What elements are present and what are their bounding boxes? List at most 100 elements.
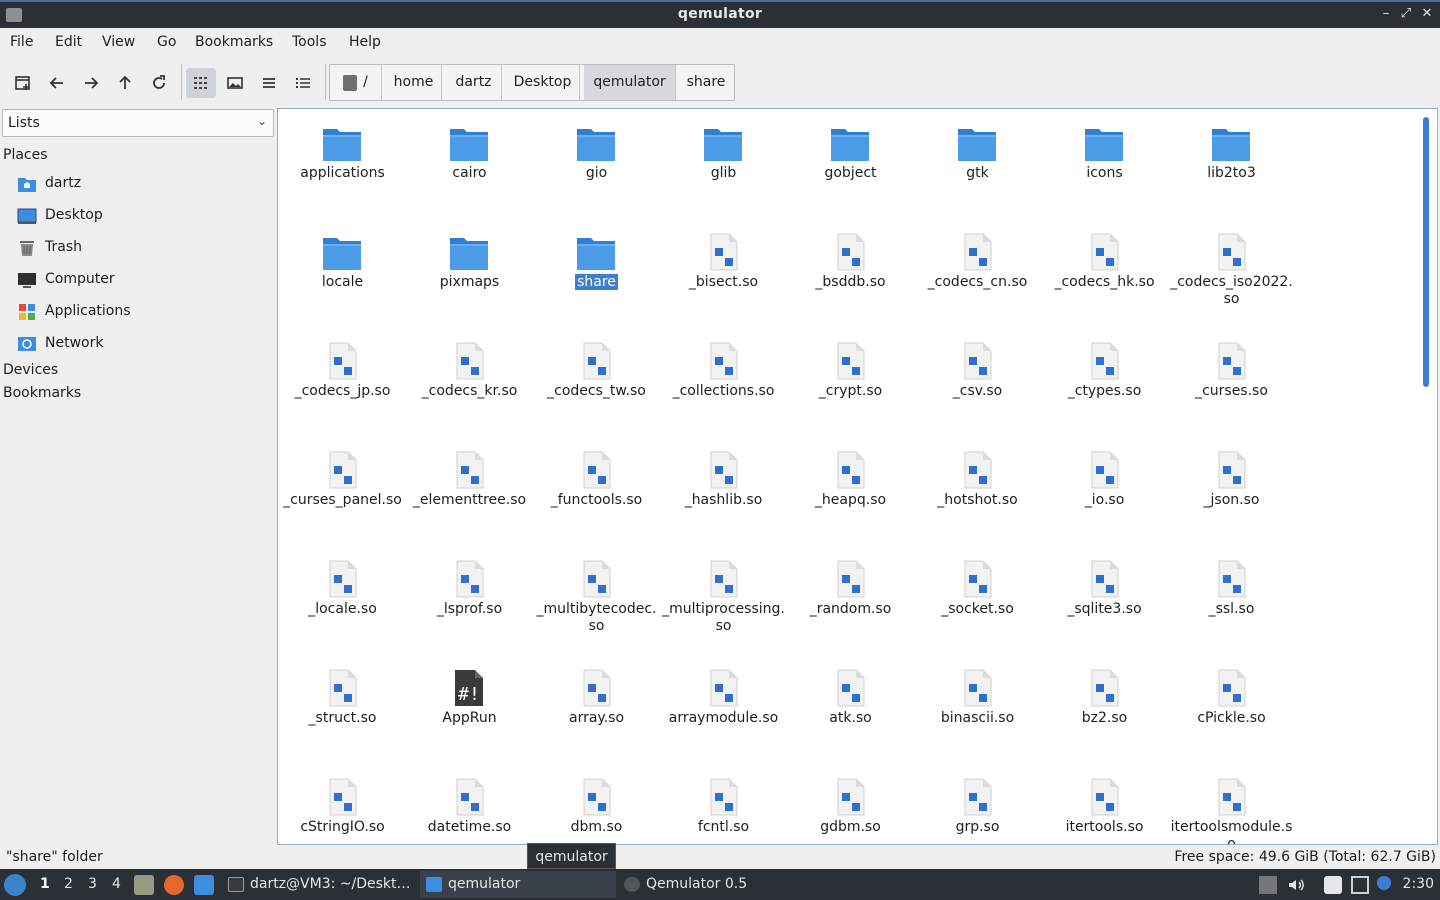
file-item[interactable]: _codecs_cn.so <box>914 222 1041 331</box>
sidebar-item-network[interactable]: Network <box>17 332 267 356</box>
tray-notification-icon[interactable] <box>1259 876 1277 894</box>
sidebar-item-dartz[interactable]: dartz <box>17 172 267 196</box>
file-item[interactable]: _io.so <box>1041 440 1168 549</box>
back-icon[interactable] <box>42 68 72 98</box>
network-status-icon[interactable] <box>1351 876 1369 894</box>
file-item[interactable]: binascii.so <box>914 658 1041 767</box>
file-item[interactable]: pixmaps <box>406 222 533 331</box>
sidebar-item-computer[interactable]: Computer <box>17 268 267 292</box>
devices-header[interactable]: Devices <box>3 362 58 378</box>
workspace-1[interactable]: 1 <box>40 876 50 892</box>
file-item[interactable]: _json.so <box>1168 440 1295 549</box>
file-item[interactable]: _multibytecodec.so <box>533 549 660 658</box>
file-item[interactable]: _ctypes.so <box>1041 331 1168 440</box>
breadcrumb-desktop[interactable]: Desktop <box>506 65 580 100</box>
maximize-icon[interactable]: ⤢ <box>1397 5 1415 23</box>
file-item[interactable]: _locale.so <box>279 549 406 658</box>
file-item[interactable]: _codecs_jp.so <box>279 331 406 440</box>
minimize-icon[interactable]: – <box>1377 5 1395 23</box>
file-item[interactable]: _hashlib.so <box>660 440 787 549</box>
new-tab-icon[interactable] <box>8 68 38 98</box>
file-item[interactable]: applications <box>279 113 406 222</box>
file-item[interactable]: _functools.so <box>533 440 660 549</box>
menu-tools[interactable]: Tools <box>292 34 327 50</box>
task-qemulator-app[interactable]: Qemulator 0.5 <box>618 871 814 898</box>
file-item[interactable]: _random.so <box>787 549 914 658</box>
sidebar-item-desktop[interactable]: Desktop <box>17 204 267 228</box>
workspace-4[interactable]: 4 <box>112 876 121 892</box>
file-item[interactable]: locale <box>279 222 406 331</box>
menu-bookmarks[interactable]: Bookmarks <box>195 34 273 50</box>
file-item[interactable]: #! AppRun <box>406 658 533 767</box>
file-item[interactable]: cairo <box>406 113 533 222</box>
file-item[interactable]: _codecs_hk.so <box>1041 222 1168 331</box>
file-item[interactable]: gtk <box>914 113 1041 222</box>
file-item[interactable]: _codecs_tw.so <box>533 331 660 440</box>
file-item[interactable]: datetime.so <box>406 767 533 844</box>
bookmarks-header[interactable]: Bookmarks <box>3 385 81 401</box>
places-header[interactable]: Places <box>3 147 48 163</box>
file-view[interactable]: applications cairo gio glib gobject gtk icons l… <box>277 108 1438 845</box>
task-terminal[interactable]: dartz@VM3: ~/Deskt… <box>222 871 418 898</box>
thumbnail-view-icon[interactable] <box>220 68 250 98</box>
vertical-scrollbar[interactable] <box>1423 117 1429 387</box>
sidebar-item-applications[interactable]: Applications <box>17 300 267 324</box>
file-item[interactable]: _codecs_iso2022.so <box>1168 222 1295 331</box>
file-item[interactable]: gobject <box>787 113 914 222</box>
file-item[interactable]: _csv.so <box>914 331 1041 440</box>
file-item[interactable]: _crypt.so <box>787 331 914 440</box>
breadcrumb-root[interactable]: / <box>330 65 382 100</box>
detailed-list-view-icon[interactable] <box>288 68 318 98</box>
firefox-launcher-icon[interactable] <box>164 875 184 895</box>
workspace-2[interactable]: 2 <box>64 876 73 892</box>
menu-edit[interactable]: Edit <box>55 34 82 50</box>
file-item[interactable]: _collections.so <box>660 331 787 440</box>
file-item[interactable]: gio <box>533 113 660 222</box>
clipboard-icon[interactable] <box>1324 876 1342 894</box>
menu-file[interactable]: File <box>10 34 33 50</box>
file-item[interactable]: lib2to3 <box>1168 113 1295 222</box>
volume-icon[interactable] <box>1287 876 1305 894</box>
file-item[interactable]: _heapq.so <box>787 440 914 549</box>
start-menu-icon[interactable] <box>4 874 26 896</box>
file-manager-launcher-icon[interactable] <box>134 875 154 895</box>
file-item[interactable]: grp.so <box>914 767 1041 844</box>
clock[interactable]: 2:30 <box>1403 876 1434 892</box>
file-item[interactable]: _elementtree.so <box>406 440 533 549</box>
file-item[interactable]: _bisect.so <box>660 222 787 331</box>
file-item[interactable]: array.so <box>533 658 660 767</box>
file-item[interactable]: _hotshot.so <box>914 440 1041 549</box>
file-item[interactable]: _lsprof.so <box>406 549 533 658</box>
breadcrumb-home[interactable]: home <box>386 65 442 100</box>
side-pane-mode-select[interactable]: Lists ⌄ <box>2 109 274 137</box>
file-item[interactable]: _struct.so <box>279 658 406 767</box>
close-icon[interactable]: ✕ <box>1418 5 1436 23</box>
file-item[interactable]: bz2.so <box>1041 658 1168 767</box>
update-notifier-icon[interactable] <box>1377 876 1391 890</box>
file-item[interactable]: icons <box>1041 113 1168 222</box>
up-icon[interactable] <box>110 68 140 98</box>
file-item[interactable]: arraymodule.so <box>660 658 787 767</box>
workspace-3[interactable]: 3 <box>88 876 97 892</box>
file-item[interactable]: _codecs_kr.so <box>406 331 533 440</box>
menu-help[interactable]: Help <box>349 34 381 50</box>
reload-icon[interactable] <box>144 68 174 98</box>
compact-view-icon[interactable] <box>254 68 284 98</box>
menu-go[interactable]: Go <box>157 34 176 50</box>
file-item[interactable]: itertoolsmodule.so <box>1168 767 1295 844</box>
file-item[interactable]: _socket.so <box>914 549 1041 658</box>
file-item[interactable]: _bsddb.so <box>787 222 914 331</box>
breadcrumb-dartz[interactable]: dartz <box>446 65 502 100</box>
breadcrumb-qemulator[interactable]: qemulator <box>584 65 676 100</box>
file-item[interactable]: glib <box>660 113 787 222</box>
file-item[interactable]: cPickle.so <box>1168 658 1295 767</box>
file-item[interactable]: atk.so <box>787 658 914 767</box>
file-item[interactable]: _curses.so <box>1168 331 1295 440</box>
file-item[interactable]: _curses_panel.so <box>279 440 406 549</box>
task-qemulator-folder[interactable]: qemulator <box>420 871 616 898</box>
desktop-launcher-icon[interactable] <box>194 875 214 895</box>
file-item[interactable]: dbm.so <box>533 767 660 844</box>
file-item[interactable]: itertools.so <box>1041 767 1168 844</box>
breadcrumb-share[interactable]: share <box>678 65 734 100</box>
file-item[interactable]: cStringIO.so <box>279 767 406 844</box>
